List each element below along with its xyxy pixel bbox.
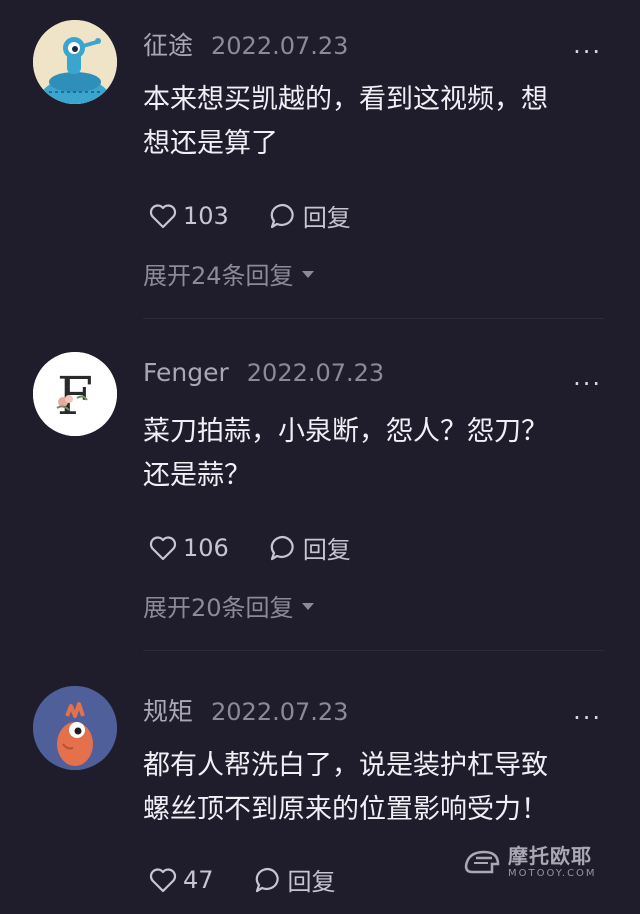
divider [143,650,604,651]
helmet-logo-icon [464,850,500,873]
user-avatar[interactable] [33,686,117,770]
comment-text-line: 都有人帮洗白了，说是装护杠导致 [143,750,548,781]
like-count: 47 [183,865,214,894]
expand-replies-button[interactable]: 展开20条回复 [143,588,314,623]
robot-avatar-icon [33,20,117,104]
expand-replies-label: 展开20条回复 [143,594,294,622]
like-count: 106 [183,533,229,562]
comment-text-line: 菜刀拍蒜，小泉断，怨人？怨刀？ [143,416,548,447]
like-button[interactable]: 106 [149,534,229,562]
more-options-icon[interactable]: ··· [573,706,602,730]
username[interactable]: 规矩 [143,692,193,728]
user-avatar[interactable]: F [33,352,117,436]
comment-date: 2022.07.23 [246,359,385,387]
expand-replies-button[interactable]: 展开24条回复 [143,256,314,291]
more-options-icon[interactable]: ··· [573,40,602,64]
comment-text: 本来想买凯越的，看到这视频，想 想还是算了 [143,78,603,166]
speech-bubble-icon [255,867,279,892]
username[interactable]: 征途 [143,26,193,62]
avatar-letter: F [57,367,93,427]
heart-icon [149,535,177,560]
heart-icon [149,203,177,228]
reply-label: 回复 [287,868,336,896]
floral-letter-avatar-icon: F [33,352,117,436]
like-button[interactable]: 47 [149,866,214,894]
reply-label: 回复 [302,536,351,564]
speech-bubble-icon [270,203,294,228]
reply-button[interactable]: 回复 [269,530,351,565]
comment-text-line: 螺丝顶不到原来的位置影响受力！ [143,794,548,825]
username[interactable]: Fenger [143,358,229,387]
reply-button[interactable]: 回复 [254,862,336,897]
comment-date: 2022.07.23 [211,698,349,726]
comment-text: 菜刀拍蒜，小泉断，怨人？怨刀？ 还是蒜？ [143,410,603,498]
like-count: 103 [183,201,229,230]
comment-date: 2022.07.23 [211,32,349,60]
expand-replies-label: 展开24条回复 [143,262,294,290]
comment-text: 都有人帮洗白了，说是装护杠导致 螺丝顶不到原来的位置影响受力！ [143,744,603,832]
user-avatar[interactable] [33,20,117,104]
watermark-main: 摩托欧耶 [508,844,592,868]
heart-icon [149,867,177,892]
speech-bubble-icon [270,535,294,560]
watermark: 摩托欧耶 MOTOOY.COM [462,846,597,879]
comment-text-line: 想还是算了 [143,128,278,159]
chevron-down-icon [301,603,314,610]
bird-avatar-icon [33,686,117,770]
reply-button[interactable]: 回复 [269,198,351,233]
reply-label: 回复 [302,204,351,232]
comment-text-line: 本来想买凯越的，看到这视频，想 [143,84,548,115]
watermark-sub: MOTOOY.COM [508,868,597,879]
like-button[interactable]: 103 [149,202,229,230]
divider [143,318,604,319]
comment-text-line: 还是蒜？ [143,460,251,491]
more-options-icon[interactable]: ··· [573,372,602,396]
chevron-down-icon [301,271,314,278]
